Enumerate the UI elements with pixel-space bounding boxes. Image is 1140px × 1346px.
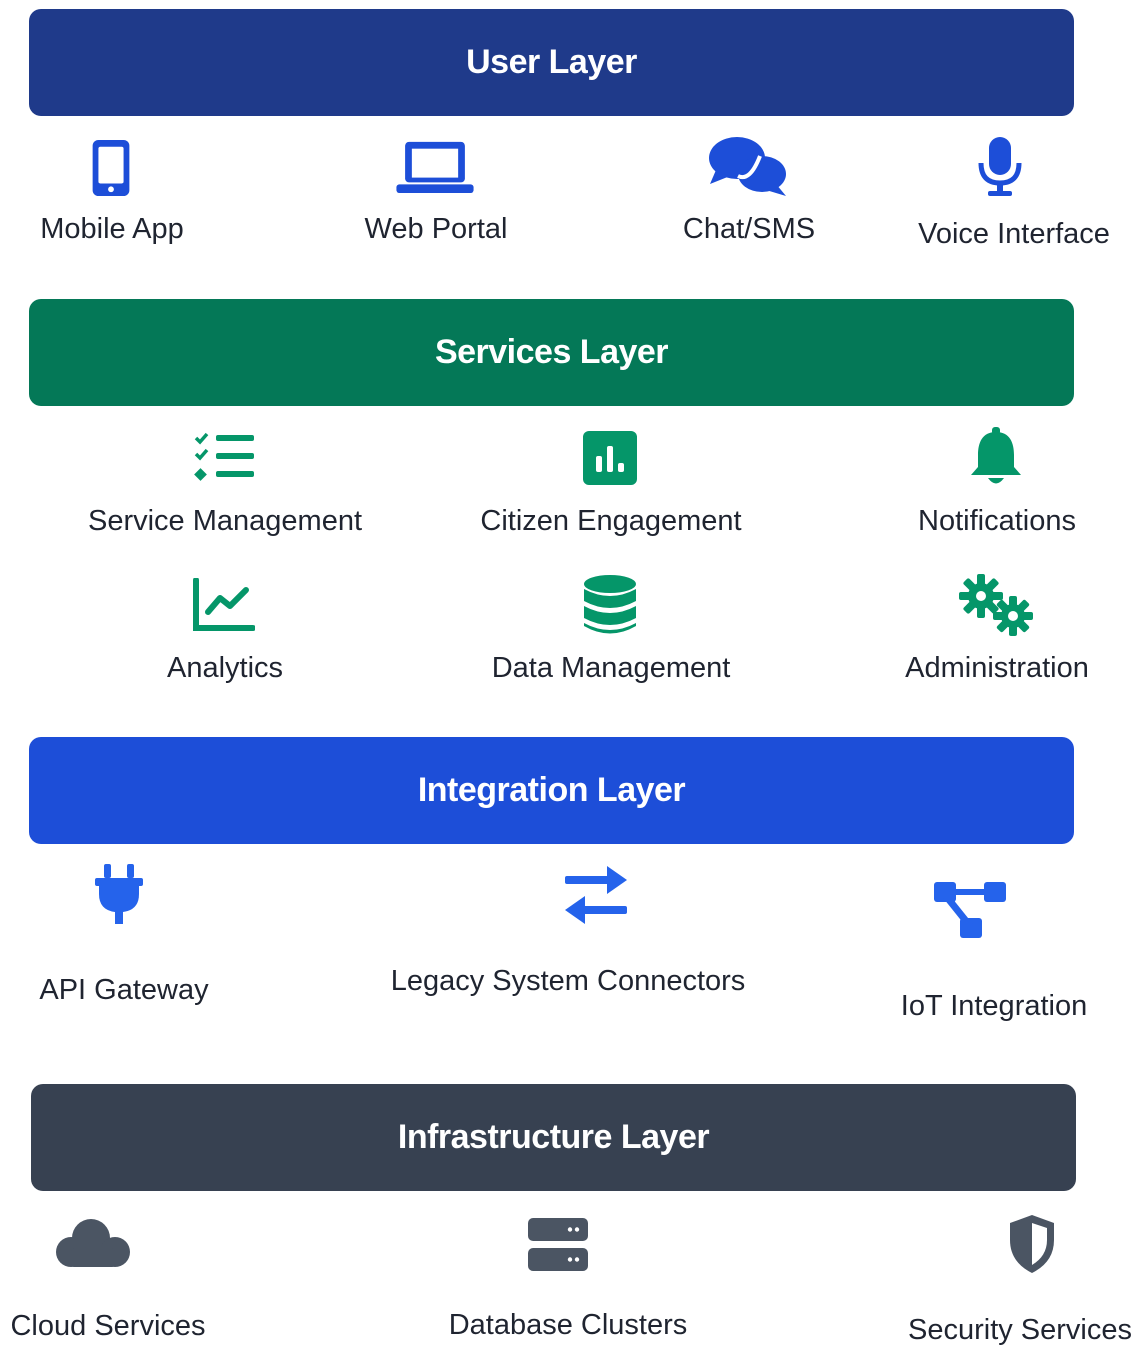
user-item-label: Voice Interface: [918, 218, 1110, 250]
services-layer-title: Services Layer: [434, 333, 669, 371]
integration-item-label: API Gateway: [39, 974, 209, 1006]
bar-chart-icon: [583, 431, 637, 485]
user-item-label: Web Portal: [364, 213, 508, 245]
infrastructure-item-label: Security Services: [907, 1314, 1133, 1346]
exchange-icon: [565, 866, 627, 924]
plug-icon: [95, 864, 143, 924]
bell-icon: [971, 427, 1021, 484]
integration-item-label: Legacy System Connectors: [390, 965, 746, 997]
infrastructure-item-label: Database Clusters: [448, 1309, 688, 1341]
mobile-icon: [92, 139, 130, 197]
user-item-label: Mobile App: [40, 213, 184, 245]
infrastructure-layer-banner: Infrastructure Layer: [31, 1084, 1076, 1191]
user-layer-banner: User Layer: [29, 9, 1074, 116]
microphone-icon: [978, 137, 1022, 196]
integration-layer-title: Integration Layer: [417, 771, 686, 809]
line-chart-icon: [193, 578, 255, 631]
integration-layer-banner: Integration Layer: [29, 737, 1074, 844]
database-icon: [584, 575, 636, 634]
services-item-label: Citizen Engagement: [480, 505, 742, 537]
services-item-label: Analytics: [166, 652, 284, 684]
services-item-label: Data Management: [491, 652, 731, 684]
services-item-label: Administration: [905, 652, 1089, 684]
services-item-label: Service Management: [87, 505, 363, 537]
services-layer-banner: Services Layer: [29, 299, 1074, 406]
gears-icon: [959, 574, 1033, 636]
services-item-label: Notifications: [918, 505, 1076, 537]
network-icon: [934, 882, 1006, 938]
cloud-icon: [56, 1219, 130, 1267]
user-item-label: Chat/SMS: [682, 213, 816, 245]
user-layer-title: User Layer: [466, 43, 637, 81]
laptop-icon: [396, 141, 474, 194]
infrastructure-layer-title: Infrastructure Layer: [397, 1118, 710, 1156]
integration-item-label: IoT Integration: [900, 990, 1088, 1022]
task-list-icon: [194, 432, 254, 481]
infrastructure-item-label: Cloud Services: [10, 1310, 206, 1342]
shield-icon: [1010, 1215, 1054, 1273]
chat-icon: [709, 137, 786, 196]
server-icon: [528, 1218, 588, 1271]
